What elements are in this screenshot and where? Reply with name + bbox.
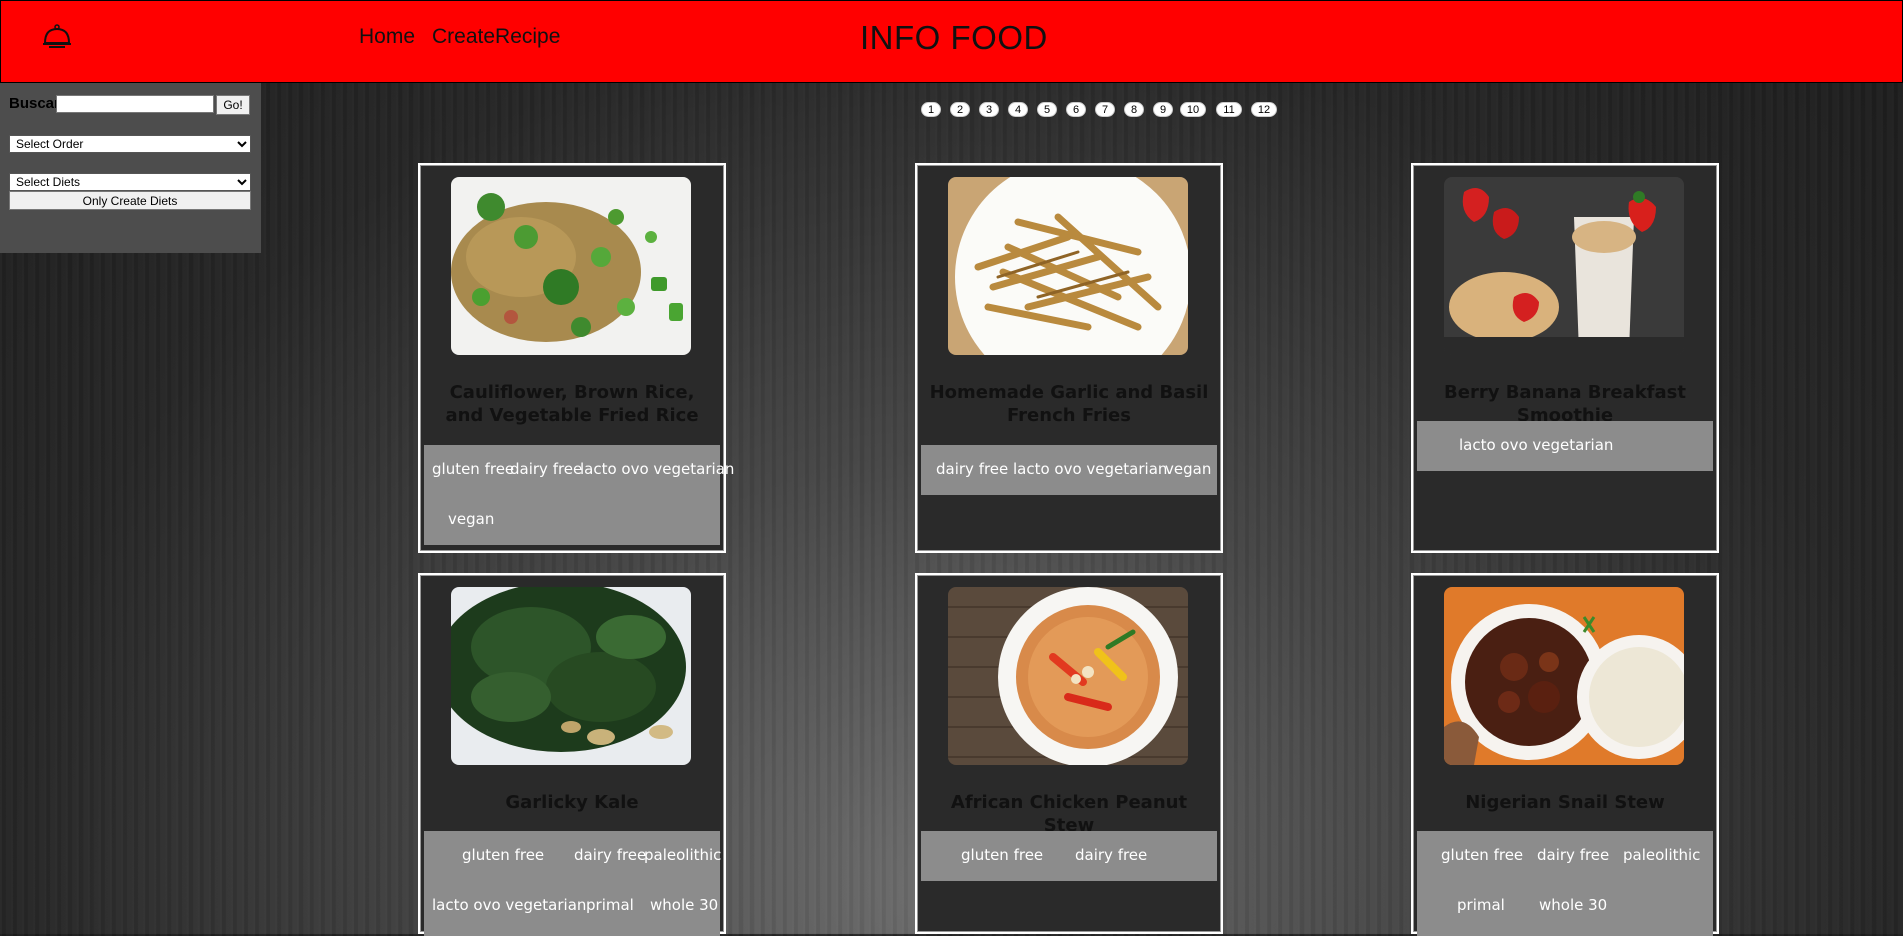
recipe-image xyxy=(451,587,691,765)
diet-list: dairy free lacto ovo vegetarian vegan xyxy=(921,445,1217,495)
recipe-title: Nigerian Snail Stew xyxy=(1465,792,1665,813)
diet-tag: lacto ovo vegetarian xyxy=(1013,460,1168,478)
diet-tag: dairy free xyxy=(1075,846,1148,864)
diet-list: gluten free dairy free paleolithic lacto… xyxy=(424,831,722,936)
diet-tag: paleolithic xyxy=(1623,846,1701,864)
recipe-card[interactable]: Cauliflower, Brown Rice, and Vegetable F… xyxy=(418,163,734,553)
search-input[interactable] xyxy=(56,95,214,113)
diet-tag: whole 30 xyxy=(1539,896,1608,914)
diet-tag: gluten free xyxy=(961,846,1044,864)
food-cloche-icon[interactable] xyxy=(41,23,73,51)
diet-tag: primal xyxy=(586,896,634,914)
diet-tag: gluten free xyxy=(462,846,545,864)
page-button-12[interactable]: 12 xyxy=(1251,102,1277,117)
diet-tag: gluten free xyxy=(432,460,515,478)
recipe-card[interactable]: Garlicky Kale gluten free dairy free pal… xyxy=(418,573,726,936)
diet-list: gluten free dairy free lacto ovo vegetar… xyxy=(424,445,734,545)
diet-tag: dairy free xyxy=(574,846,647,864)
recipe-title: Homemade Garlic and Basil French Fries xyxy=(929,382,1209,426)
diet-tag: lacto ovo vegetarian xyxy=(432,896,587,914)
recipe-image xyxy=(1444,177,1684,355)
diet-tag: lacto ovo vegetarian xyxy=(580,460,735,478)
recipe-card[interactable]: African Chicken Peanut Stew gluten free … xyxy=(915,573,1223,934)
diets-select[interactable]: Select Diets xyxy=(9,173,251,191)
page-button-9[interactable]: 9 xyxy=(1153,102,1173,117)
recipe-title: Cauliflower, Brown Rice, and Vegetable F… xyxy=(445,382,699,426)
only-create-diets-button[interactable]: Only Create Diets xyxy=(9,191,251,210)
page-button-4[interactable]: 4 xyxy=(1008,102,1028,117)
search-label: Buscar xyxy=(9,95,60,112)
recipe-image xyxy=(1444,587,1684,765)
nav-home-link[interactable]: Home xyxy=(359,25,415,49)
page-button-6[interactable]: 6 xyxy=(1066,102,1086,117)
recipe-title: Garlicky Kale xyxy=(505,792,639,813)
recipe-image xyxy=(451,177,691,355)
page-button-2[interactable]: 2 xyxy=(950,102,970,117)
diet-list: gluten free dairy free xyxy=(921,831,1217,881)
recipe-image xyxy=(948,587,1188,765)
diet-list: gluten free dairy free paleolithic prima… xyxy=(1417,831,1713,936)
page-button-1[interactable]: 1 xyxy=(921,102,941,117)
nav-create-recipe-link[interactable]: CreateRecipe xyxy=(432,25,560,49)
filter-sidebar: Buscar Go! Select Order Select Diets Onl… xyxy=(0,83,261,253)
diet-list: lacto ovo vegetarian xyxy=(1417,421,1713,471)
page-button-11[interactable]: 11 xyxy=(1216,102,1242,117)
page-title: INFO FOOD xyxy=(860,19,1048,56)
page-button-5[interactable]: 5 xyxy=(1037,102,1057,117)
diet-tag: dairy free xyxy=(936,460,1009,478)
page-button-7[interactable]: 7 xyxy=(1095,102,1115,117)
page-button-10[interactable]: 10 xyxy=(1180,102,1206,117)
search-go-button[interactable]: Go! xyxy=(216,95,250,115)
page-button-3[interactable]: 3 xyxy=(979,102,999,117)
recipe-image xyxy=(948,177,1188,355)
diet-tag: primal xyxy=(1457,896,1505,914)
diet-tag: dairy free xyxy=(1537,846,1610,864)
header-bar: Home CreateRecipe INFO FOOD xyxy=(0,0,1903,83)
diet-tag: lacto ovo vegetarian xyxy=(1459,436,1614,454)
diet-tag: gluten free xyxy=(1441,846,1524,864)
recipe-card[interactable]: Nigerian Snail Stew gluten free dairy fr… xyxy=(1411,573,1719,936)
diet-tag: vegan xyxy=(1165,460,1212,478)
diet-tag: whole 30 xyxy=(650,896,719,914)
diet-tag: dairy free xyxy=(510,460,583,478)
recipe-card[interactable]: Homemade Garlic and Basil French Fries d… xyxy=(915,163,1223,553)
recipe-card[interactable]: Berry Banana Breakfast Smoothie lacto ov… xyxy=(1411,163,1719,553)
page-button-8[interactable]: 8 xyxy=(1124,102,1144,117)
diet-tag: paleolithic xyxy=(644,846,722,864)
order-select[interactable]: Select Order xyxy=(9,135,251,153)
diet-tag: vegan xyxy=(448,510,495,528)
